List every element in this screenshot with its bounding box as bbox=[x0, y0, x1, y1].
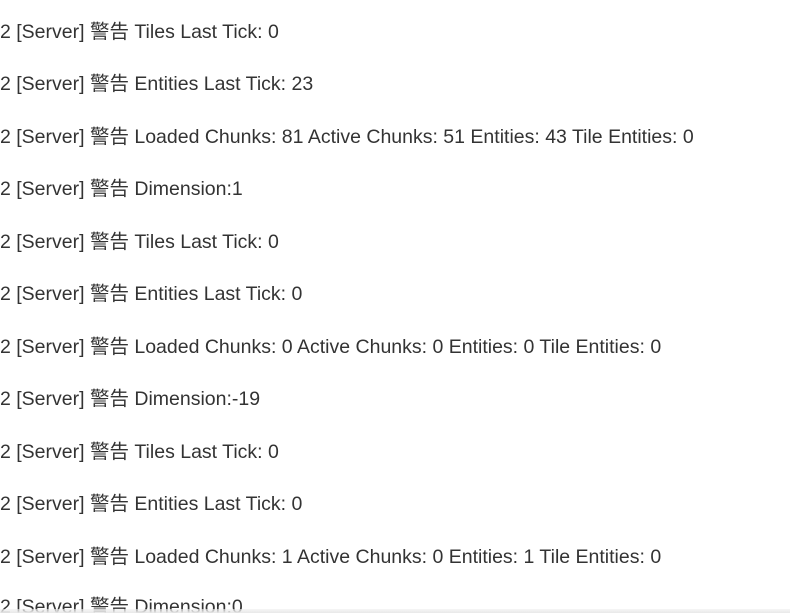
log-line: 2 [Server] 警告 Loaded Chunks: 1 Active Ch… bbox=[0, 546, 662, 568]
log-line: 2 [Server] 警告 Tiles Last Tick: 0 bbox=[0, 441, 279, 463]
log-line: 2 [Server] 警告 Loaded Chunks: 81 Active C… bbox=[0, 126, 694, 148]
log-line: 2 [Server] 警告 Dimension:1 bbox=[0, 178, 243, 200]
log-line: 2 [Server] 警告 Entities Last Tick: 0 bbox=[0, 283, 303, 305]
log-line: 2 [Server] 警告 Tiles Last Tick: 0 bbox=[0, 231, 279, 253]
log-line: 2 [Server] 警告 Loaded Chunks: 0 Active Ch… bbox=[0, 336, 662, 358]
log-line: 2 [Server] 警告 Tiles Last Tick: 0 bbox=[0, 21, 279, 43]
server-log: 2 [Server] 警告 Tiles Last Tick: 0 2 [Serv… bbox=[0, 0, 790, 613]
log-line: 2 [Server] 警告 Dimension:-19 bbox=[0, 388, 261, 410]
bottom-edge-shadow bbox=[0, 609, 790, 613]
log-line: 2 [Server] 警告 Entities Last Tick: 23 bbox=[0, 73, 314, 95]
log-line: 2 [Server] 警告 Entities Last Tick: 0 bbox=[0, 493, 303, 515]
